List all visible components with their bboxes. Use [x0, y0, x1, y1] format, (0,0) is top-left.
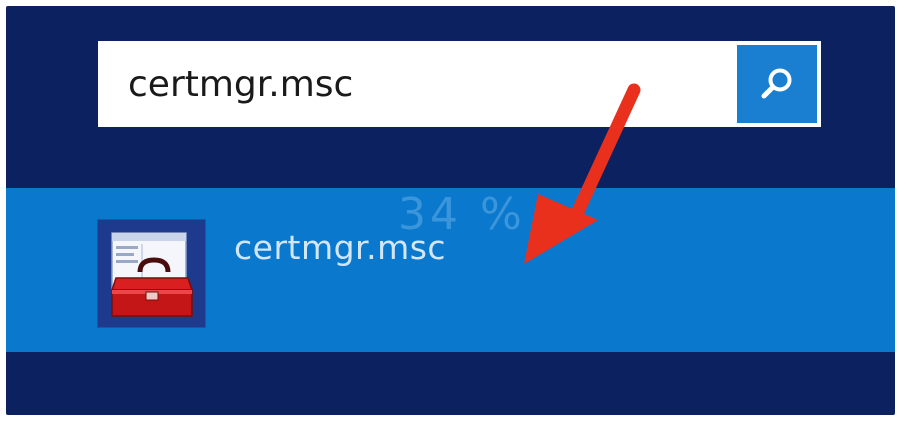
progress-overlay-text: 34 %: [398, 189, 526, 240]
search-button[interactable]: [737, 45, 817, 123]
search-box: [98, 41, 821, 127]
toolbox-icon: [97, 219, 206, 328]
search-icon: [761, 68, 792, 99]
start-search-panel: certmgr.msc 34 %: [6, 6, 895, 415]
search-input[interactable]: [98, 41, 733, 127]
